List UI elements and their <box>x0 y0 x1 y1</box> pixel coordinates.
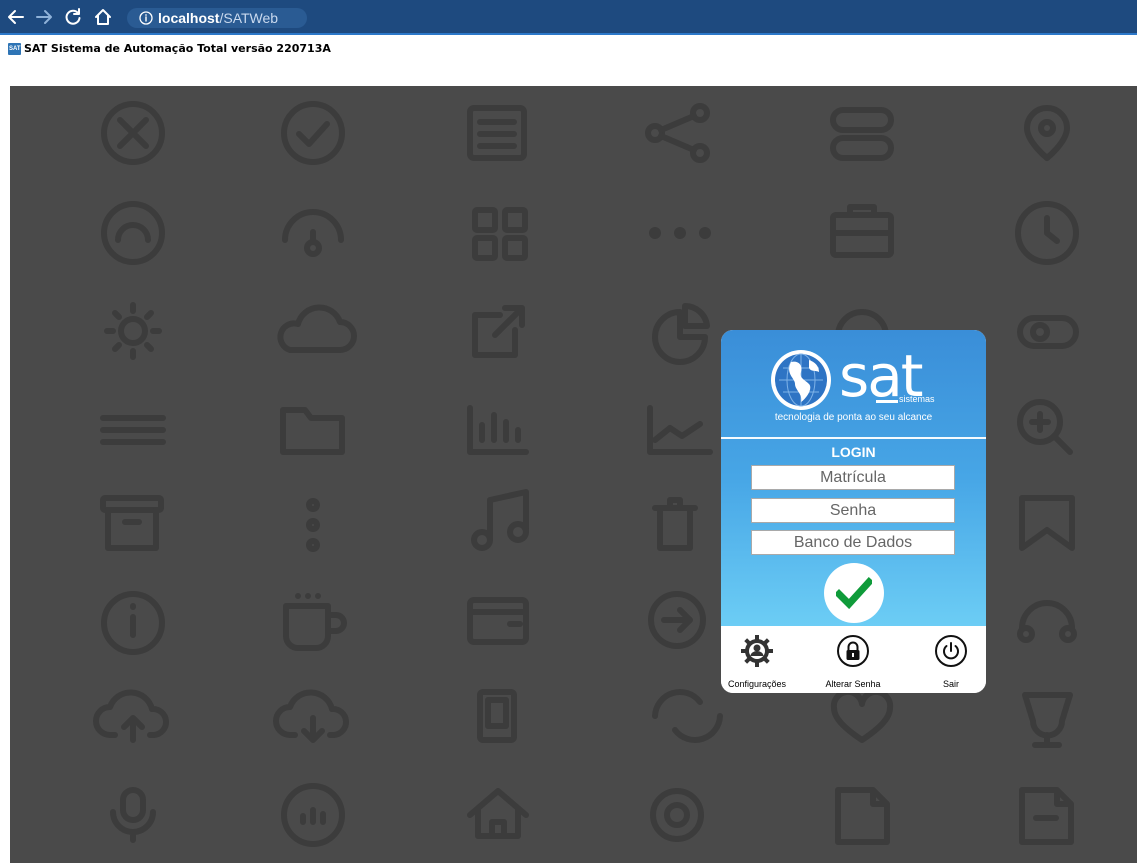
sair-label: Sair <box>942 679 959 689</box>
bg-more-dots-icon <box>649 227 711 239</box>
configuracoes-button[interactable]: Configurações <box>721 634 793 689</box>
bg-home-icon <box>467 788 529 839</box>
bg-settings-icon <box>650 788 704 842</box>
info-icon[interactable] <box>139 11 153 25</box>
bg-file-minus-icon <box>1019 787 1074 845</box>
url-path: /SATWeb <box>219 10 279 26</box>
bg-cloud-icon <box>277 304 357 353</box>
sair-button[interactable]: Sair <box>926 634 976 689</box>
reload-icon[interactable] <box>62 6 84 28</box>
password-input[interactable] <box>751 498 955 523</box>
forward-arrow-icon[interactable] <box>33 6 55 28</box>
matricula-input[interactable] <box>751 465 955 490</box>
bg-music-icon <box>471 489 529 551</box>
bg-trash-icon <box>652 497 698 551</box>
bg-menu-icon <box>100 415 166 445</box>
bg-clock-icon <box>1015 201 1079 265</box>
bg-toggle-icon <box>830 107 894 161</box>
bg-pie-icon <box>652 302 710 365</box>
bg-sun-icon <box>104 302 162 360</box>
tagline: tecnologia de ponta ao seu alcance <box>774 412 933 423</box>
bg-share-icon <box>645 103 710 163</box>
bg-cloud-upload-icon <box>93 689 169 743</box>
bg-coffee-icon <box>283 593 347 651</box>
bg-tablet-icon <box>477 689 517 743</box>
configuracoes-label: Configurações <box>727 679 787 689</box>
bg-external-link-icon <box>472 305 525 358</box>
login-submit-button[interactable] <box>824 563 884 623</box>
bg-speedometer-icon <box>282 209 344 257</box>
bg-arrow-right-circle-icon <box>648 591 706 649</box>
bg-location-icon <box>1024 105 1070 161</box>
url-host: localhost <box>158 10 220 26</box>
bg-glass-icon <box>1022 692 1073 748</box>
logo-subtext: sistemas <box>899 394 935 404</box>
bg-microphone-icon <box>110 787 156 843</box>
action-bar: Configurações Alterar Senha Sair <box>721 626 986 693</box>
bg-chart-circle-icon <box>281 783 345 847</box>
login-card: sat sistemas tecnologia de ponta ao seu … <box>721 330 986 693</box>
alterar-senha-label: Alterar Senha <box>825 679 881 689</box>
check-icon <box>836 577 872 609</box>
back-arrow-icon[interactable] <box>5 6 27 28</box>
bg-calendar-icon <box>467 105 527 161</box>
globe-icon <box>771 350 831 410</box>
database-input[interactable] <box>751 530 955 555</box>
bg-cloud-download-icon <box>273 689 349 743</box>
favicon-text: SAT <box>9 46 21 52</box>
sat-favicon-icon: SAT <box>8 43 21 55</box>
lock-icon <box>837 635 869 667</box>
bg-headphones-icon <box>1017 600 1077 643</box>
power-icon <box>935 635 967 667</box>
bg-briefcase-icon <box>830 204 894 258</box>
bg-gauge-icon <box>101 201 165 265</box>
bg-folder-icon <box>280 407 345 455</box>
login-panel: sat sistemas tecnologia de ponta ao seu … <box>721 330 986 626</box>
bg-bar-chart-icon <box>467 405 529 455</box>
bg-eye-icon <box>1017 315 1079 349</box>
bg-file-icon <box>835 787 890 845</box>
bg-heart-icon <box>830 688 894 743</box>
bg-wallet-icon <box>467 597 529 645</box>
divider <box>721 437 986 439</box>
gear-user-icon <box>741 635 773 667</box>
page-title: SAT Sistema de Automação Total versão 22… <box>24 42 331 55</box>
bg-sync-icon <box>652 689 723 743</box>
url-text[interactable]: localhost/SATWeb <box>158 10 278 26</box>
bg-grid-icon <box>472 207 528 261</box>
alterar-senha-button[interactable]: Alterar Senha <box>813 634 893 689</box>
logo-underline <box>876 400 898 403</box>
bg-vertical-dots-icon <box>306 498 320 552</box>
home-icon[interactable] <box>92 6 114 28</box>
bg-zoom-in-icon <box>1017 399 1073 455</box>
login-heading: LOGIN <box>831 444 876 460</box>
bg-check-circle-icon <box>281 101 345 165</box>
bg-archive-icon <box>100 495 164 551</box>
browser-toolbar: localhost/SATWeb <box>0 0 1137 35</box>
sat-logo: sat sistemas tecnologia de ponta ao seu … <box>721 342 986 434</box>
bg-line-chart-icon <box>647 405 713 455</box>
bg-close-circle-icon <box>101 101 165 165</box>
bg-info-icon <box>101 591 165 655</box>
bg-bookmark-icon <box>1019 495 1075 551</box>
